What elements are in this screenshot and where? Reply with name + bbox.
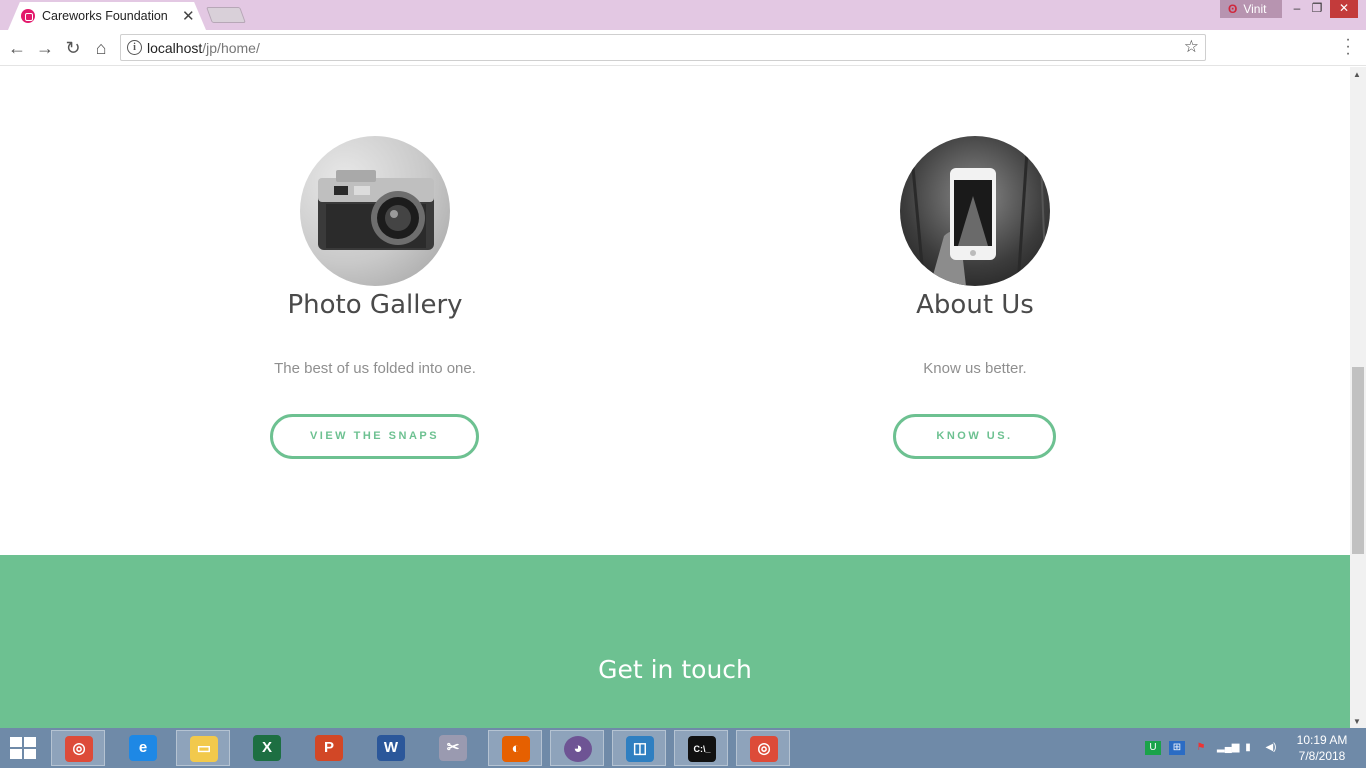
phone-image	[900, 136, 1050, 286]
windows-logo-bl	[10, 749, 22, 759]
tray-network-app-icon[interactable]: ⊞	[1169, 741, 1185, 755]
know-us-button[interactable]: KNOW US.	[893, 414, 1056, 459]
taskbar-chrome[interactable]: ◎	[51, 730, 105, 766]
font-extension-icon[interactable]: A	[1246, 39, 1262, 55]
snipping-tool-icon: ✂	[439, 735, 467, 761]
taskbar-github-desktop[interactable]: ◕	[550, 730, 604, 766]
taskbar-word[interactable]: W	[364, 730, 418, 766]
scroll-down-icon[interactable]: ▼	[1353, 717, 1361, 726]
phone-illustration	[908, 136, 1047, 286]
profile-name: Vinit	[1243, 2, 1267, 16]
browser-tab[interactable]: Careworks Foundation ✕	[8, 2, 206, 30]
powerpoint-icon: P	[315, 735, 343, 761]
url-path: /jp/home/	[202, 40, 260, 56]
excel-icon: X	[253, 735, 281, 761]
maximize-button[interactable]: ❐	[1306, 0, 1328, 18]
taskbar-internet-explorer[interactable]: e	[116, 730, 170, 766]
clock-date: 7/8/2018	[1298, 749, 1346, 763]
reload-button[interactable]: ↻	[62, 37, 84, 59]
command-prompt-icon: C:\_	[688, 736, 716, 762]
page-scrollbar[interactable]: ▲ ▼	[1350, 67, 1366, 728]
tab-title: Careworks Foundation	[42, 9, 168, 23]
feature-title: About Us	[916, 290, 1034, 320]
scroll-up-icon[interactable]: ▲	[1353, 70, 1361, 79]
shield-extension-icon[interactable]: ◉	[1309, 39, 1325, 55]
feature-description: The best of us folded into one.	[274, 360, 476, 377]
back-button[interactable]: ←	[6, 37, 28, 59]
file-explorer-icon: ▭	[190, 736, 218, 762]
stack-extension-icon[interactable]: ≡	[1278, 39, 1294, 55]
site-favicon-icon	[21, 9, 35, 23]
new-tab-button[interactable]	[206, 7, 246, 23]
home-button[interactable]: ⌂	[90, 37, 112, 59]
contact-section: Get in touch	[0, 555, 1350, 728]
github-desktop-icon: ◕	[564, 736, 592, 762]
windows-taskbar: ◎ e ▭ X P W ✂ ◐ ◕ ◫ C:\_ ◎ U ⊞ ⚑ ▂▄▆ ▮ ◀…	[0, 728, 1366, 768]
chrome-icon: ◎	[750, 736, 778, 762]
clock-time: 10:19 AM	[1296, 733, 1348, 747]
taskbar-firefox[interactable]: ◐	[488, 730, 542, 766]
feature-title: Photo Gallery	[287, 290, 463, 320]
browser-titlebar: Careworks Foundation ✕ ʘ Vinit – ❐ ✕	[0, 0, 1366, 30]
taskbar-command-prompt[interactable]: C:\_	[674, 730, 728, 766]
profile-icon: ʘ	[1228, 2, 1238, 16]
battery-icon[interactable]: ▮	[1240, 741, 1256, 755]
tray-flag-icon[interactable]: ⚑	[1193, 741, 1209, 755]
site-info-icon[interactable]: i	[127, 40, 142, 55]
mail-extension-icon[interactable]: ✉	[1214, 39, 1230, 55]
camera-image	[300, 136, 450, 286]
bookmark-star-icon[interactable]: ☆	[1184, 37, 1199, 57]
tray-app-icon[interactable]: U	[1145, 741, 1161, 755]
windows-logo-br	[24, 749, 36, 759]
browser-menu-icon[interactable]: · · ·	[1343, 32, 1353, 62]
start-button[interactable]	[10, 737, 38, 761]
profile-chip[interactable]: ʘ Vinit	[1220, 0, 1282, 18]
chrome-icon: ◎	[65, 736, 93, 762]
browser-toolbar: ← → ↻ ⌂ i localhost/jp/home/ ☆ ✉ A ≡ ◉ ·…	[0, 30, 1366, 66]
scrollbar-thumb[interactable]	[1352, 367, 1364, 554]
internet-explorer-icon: e	[129, 735, 157, 761]
firefox-icon: ◐	[502, 736, 530, 762]
windows-logo-tr	[24, 737, 36, 747]
signal-icon[interactable]: ▂▄▆	[1217, 741, 1239, 755]
word-icon: W	[377, 735, 405, 761]
taskbar-chrome-2[interactable]: ◎	[736, 730, 790, 766]
address-bar[interactable]: i localhost/jp/home/ ☆	[120, 34, 1206, 61]
minimize-button[interactable]: –	[1286, 0, 1308, 18]
taskbar-excel[interactable]: X	[240, 730, 294, 766]
view-snaps-button[interactable]: VIEW THE SNAPS	[270, 414, 479, 459]
url-host: localhost	[147, 40, 203, 56]
taskbar-snipping-tool[interactable]: ✂	[426, 730, 480, 766]
taskbar-file-explorer[interactable]: ▭	[176, 730, 230, 766]
volume-icon[interactable]: ◀)	[1263, 741, 1279, 755]
taskbar-code-editor[interactable]: ◫	[612, 730, 666, 766]
windows-logo-tl	[10, 737, 22, 747]
forward-button[interactable]: →	[34, 37, 56, 59]
code-editor-icon: ◫	[626, 736, 654, 762]
feature-description: Know us better.	[923, 360, 1027, 377]
page-viewport: Photo Gallery The best of us folded into…	[0, 67, 1350, 728]
url-text: localhost/jp/home/	[147, 40, 260, 56]
tab-close-icon[interactable]: ✕	[182, 7, 195, 25]
taskbar-clock[interactable]: 10:19 AM 7/8/2018	[1292, 732, 1352, 764]
close-window-button[interactable]: ✕	[1330, 0, 1358, 18]
camera-illustration	[318, 170, 434, 250]
taskbar-powerpoint[interactable]: P	[302, 730, 356, 766]
contact-title: Get in touch	[598, 655, 752, 684]
